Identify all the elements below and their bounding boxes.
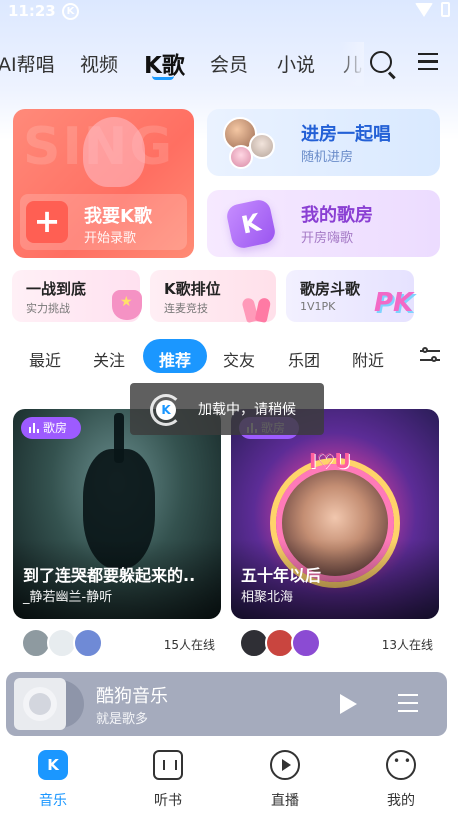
- ranking-card[interactable]: K歌排位 连麦竞技: [150, 270, 276, 324]
- player-title: 酷狗音乐: [96, 686, 168, 707]
- sing-subtitle: 开始录歌: [84, 231, 137, 246]
- pk-subtitle: 1V1PK: [300, 300, 336, 313]
- tab-novel[interactable]: 小说: [277, 50, 315, 77]
- radio-icon: [153, 750, 183, 780]
- challenge-title: 一战到底: [26, 280, 87, 298]
- filter-band[interactable]: 乐团: [288, 347, 320, 371]
- pk-card[interactable]: 歌房斗歌 1V1PK PK: [286, 270, 414, 322]
- room-tag: 歌房: [21, 417, 81, 439]
- room-post-card[interactable]: 歌房 到了连哭都要躲起来的.. _静若幽兰-静听: [13, 409, 221, 619]
- system-icons: [415, 2, 450, 17]
- nav-live-label: 直播: [271, 793, 299, 809]
- join-room-title: 进房一起唱: [301, 124, 391, 145]
- online-users-row: 13人在线: [231, 628, 439, 660]
- my-room-card[interactable]: K 我的歌房 开房嗨歌: [207, 190, 440, 257]
- filter-recent[interactable]: 最近: [29, 347, 61, 371]
- tab-ai-sing[interactable]: AI帮唱: [0, 50, 55, 77]
- audio-bars-icon: [29, 423, 39, 433]
- live-play-icon: [270, 750, 300, 780]
- plus-icon: +: [26, 201, 68, 243]
- avatar: [291, 628, 321, 658]
- avatar: [229, 145, 253, 169]
- nav-audiobook[interactable]: 听书: [133, 750, 203, 814]
- online-count: 13人在线: [381, 638, 433, 652]
- loading-toast: K 加载中，请稍候: [130, 383, 324, 435]
- feed-filter-tabs: 最近 关注 推荐 交友 乐团 附近: [0, 339, 458, 375]
- online-users-row: 15人在线: [13, 628, 221, 660]
- status-bar: 11:23 K: [0, 0, 458, 24]
- join-room-card[interactable]: 进房一起唱 随机进房: [207, 109, 440, 176]
- mini-player[interactable]: 酷狗音乐 就是歌多: [6, 672, 447, 736]
- player-subtitle: 就是歌多: [96, 712, 149, 727]
- post-subtitle: 相聚北海: [241, 590, 294, 605]
- kugou-logo-icon: K: [156, 400, 176, 420]
- tab-video[interactable]: 视频: [80, 50, 118, 77]
- filter-nearby[interactable]: 附近: [352, 347, 384, 371]
- playlist-icon[interactable]: [398, 694, 418, 712]
- tab-vip[interactable]: 会员: [210, 50, 248, 77]
- bottom-nav: K 音乐 听书 直播 我的: [0, 744, 458, 820]
- avatar: [73, 628, 103, 658]
- search-icon[interactable]: [370, 51, 392, 73]
- k-music-icon: K: [38, 750, 68, 780]
- ranking-subtitle: 连麦竞技: [164, 302, 208, 315]
- album-cover: [14, 678, 66, 730]
- pk-title: 歌房斗歌: [300, 280, 361, 298]
- wifi-icon: [415, 2, 433, 17]
- face-icon: [386, 750, 416, 780]
- nav-live[interactable]: 直播: [250, 750, 320, 814]
- nav-me-label: 我的: [387, 793, 415, 809]
- kugou-status-icon: K: [62, 3, 79, 20]
- challenge-card[interactable]: 一战到底 实力挑战: [12, 270, 142, 322]
- filter-following[interactable]: 关注: [93, 347, 125, 371]
- menu-icon[interactable]: [418, 53, 438, 70]
- filter-recommended[interactable]: 推荐: [159, 347, 191, 371]
- sing-title: 我要K歌: [84, 206, 152, 227]
- microphone-icon: [241, 288, 274, 324]
- singer-illustration: [83, 117, 145, 187]
- filter-friends[interactable]: 交友: [223, 347, 255, 371]
- my-room-subtitle: 开房嗨歌: [301, 231, 354, 246]
- tab-fade: [340, 42, 364, 86]
- challenge-subtitle: 实力挑战: [26, 302, 70, 315]
- room-post-card[interactable]: I♡U 歌房 五十年以后 相聚北海: [231, 409, 439, 619]
- online-count: 15人在线: [163, 638, 215, 652]
- nav-music[interactable]: K 音乐: [18, 750, 88, 814]
- ranking-title: K歌排位: [164, 280, 221, 298]
- iou-deco: I♡U: [309, 449, 351, 473]
- k-room-icon: K: [224, 197, 278, 251]
- nav-music-label: 音乐: [39, 793, 67, 809]
- status-time: 11:23: [8, 2, 56, 20]
- post-title: 五十年以后: [241, 566, 322, 585]
- nav-me[interactable]: 我的: [366, 750, 436, 814]
- loading-message: 加载中，请稍候: [198, 402, 296, 418]
- post-title: 到了连哭都要躲起来的..: [23, 566, 196, 585]
- room-tag-label: 歌房: [43, 421, 68, 435]
- active-tab-indicator: [152, 76, 174, 80]
- my-room-title: 我的歌房: [301, 205, 373, 226]
- tab-k-song[interactable]: K歌: [144, 46, 185, 80]
- pk-deco-icon: PK: [374, 288, 414, 318]
- filter-settings-icon[interactable]: [420, 346, 440, 366]
- shield-star-icon: [112, 290, 142, 320]
- post-subtitle: _静若幽兰-静听: [23, 590, 113, 605]
- play-icon[interactable]: [340, 694, 357, 714]
- battery-icon: [441, 2, 450, 17]
- join-room-subtitle: 随机进房: [301, 150, 354, 165]
- nav-audiobook-label: 听书: [154, 793, 182, 809]
- start-recording-card[interactable]: SING + 我要K歌 开始录歌: [13, 109, 194, 258]
